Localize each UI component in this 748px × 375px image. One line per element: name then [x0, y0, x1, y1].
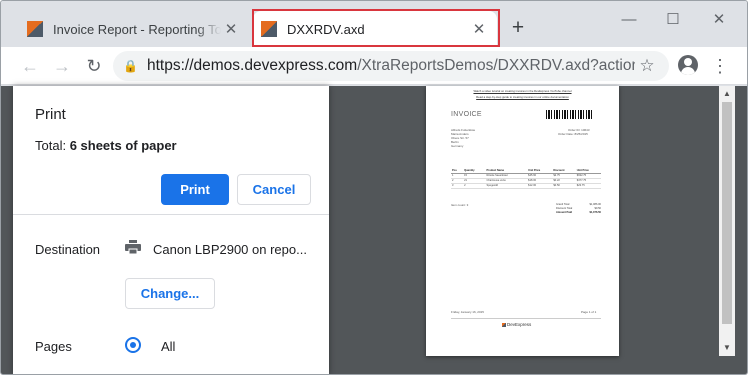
- maximize-button[interactable]: ☐: [663, 10, 683, 30]
- preview-scrollbar[interactable]: ▲ ▼: [719, 86, 735, 356]
- total-amount: $1,076.50: [589, 211, 601, 214]
- window-close-button[interactable]: ✕: [709, 10, 729, 30]
- pages-label: Pages: [35, 339, 72, 354]
- preview-invoice-title: INVOICE: [451, 111, 482, 118]
- print-title: Print: [35, 106, 66, 123]
- total-row: Amount Paid $1,076.50: [556, 211, 601, 215]
- table-cell: 3: [451, 183, 464, 189]
- reload-button[interactable]: ↻: [83, 55, 105, 77]
- url-text[interactable]: https://demos.devexpress.com/XtraReports…: [147, 57, 635, 75]
- print-settings-panel: Print Total: 6 sheets of paper Print Can…: [13, 86, 329, 374]
- tab-strip: Invoice Report - Reporting Tool for ✕ DX…: [1, 1, 747, 47]
- devexpress-logo: DevExpress: [502, 322, 531, 327]
- print-button[interactable]: Print: [161, 174, 229, 205]
- order-date: Order Date: 8/25/2015: [558, 132, 588, 136]
- menu-icon[interactable]: ⋮: [711, 55, 729, 77]
- footer-page: Page 1 of 1: [581, 310, 597, 314]
- scroll-thumb[interactable]: [722, 102, 732, 324]
- url-path: /XtraReportsDemos/DXXRDV.axd?actionKey..…: [357, 57, 635, 74]
- forward-button[interactable]: →: [51, 55, 73, 77]
- minimize-button[interactable]: —: [619, 10, 639, 30]
- devexpress-icon: [502, 322, 506, 327]
- devexpress-icon: [27, 21, 43, 37]
- total-prefix: Total:: [35, 138, 70, 153]
- scroll-down-icon[interactable]: ▼: [719, 340, 735, 356]
- scroll-up-icon[interactable]: ▲: [719, 86, 735, 102]
- new-tab-button[interactable]: +: [507, 17, 529, 39]
- profile-icon[interactable]: [678, 55, 698, 75]
- logo-text: DevExpress: [507, 322, 532, 327]
- table-cell: 2: [463, 183, 486, 189]
- browser-window: Invoice Report - Reporting Tool for ✕ DX…: [0, 0, 748, 375]
- sheet-total: Total: 6 sheets of paper: [35, 138, 177, 153]
- item-count: Item count: 3: [451, 203, 469, 207]
- customer-line: Germany: [451, 144, 464, 148]
- pages-all-radio[interactable]: [125, 337, 141, 353]
- change-destination-button[interactable]: Change...: [125, 278, 215, 309]
- printer-icon: [125, 240, 141, 254]
- browser-toolbar: ← → ↻ 🔒 https://demos.devexpress.com/Xtr…: [1, 47, 747, 85]
- cancel-button[interactable]: Cancel: [237, 174, 311, 205]
- back-button[interactable]: ←: [19, 55, 41, 77]
- divider: [13, 214, 329, 215]
- footer-date: Friday, January 16, 2015: [451, 310, 484, 314]
- table-row: 3 2 Spegesild $12.00 $0.50 $23.75: [451, 183, 601, 189]
- preview-items-table: Pos Quantity Product Name Unit Price Dis…: [451, 169, 601, 189]
- tab-title: Invoice Report - Reporting Tool for: [53, 21, 221, 37]
- preview-totals: Grand Total $1,086.00 Discount Total $9.50…: [556, 203, 601, 215]
- total-label: Amount Paid: [556, 211, 572, 214]
- pages-all-label[interactable]: All: [161, 339, 175, 354]
- barcode-icon: [546, 110, 592, 119]
- tab-highlight-annotation: [252, 9, 500, 47]
- footer-divider: [451, 318, 601, 319]
- preview-link-video: Watch a video tutorial on creating invoi…: [473, 89, 572, 93]
- preview-page: Watch a video tutorial on creating invoi…: [426, 86, 619, 356]
- table-cell: $0.50: [552, 183, 576, 189]
- destination-value: Canon LBP2900 on repo...: [153, 242, 307, 257]
- tab-invoice-report[interactable]: Invoice Report - Reporting Tool for ✕: [19, 11, 249, 47]
- address-bar[interactable]: 🔒 https://demos.devexpress.com/XtraRepor…: [113, 51, 669, 81]
- table-cell: $12.00: [527, 183, 553, 189]
- table-cell: $23.75: [575, 183, 601, 189]
- preview-link-guide: Read a step-by-step guide to creating in…: [476, 95, 569, 99]
- lock-icon[interactable]: 🔒: [123, 59, 138, 73]
- url-host: https://demos.devexpress.com: [147, 57, 358, 74]
- close-icon[interactable]: ✕: [221, 20, 241, 38]
- destination-label: Destination: [35, 242, 101, 257]
- print-preview-area: Print Total: 6 sheets of paper Print Can…: [1, 86, 747, 374]
- total-value: 6 sheets of paper: [69, 138, 177, 153]
- star-icon[interactable]: ☆: [635, 56, 659, 76]
- table-cell: Spegesild: [485, 183, 528, 189]
